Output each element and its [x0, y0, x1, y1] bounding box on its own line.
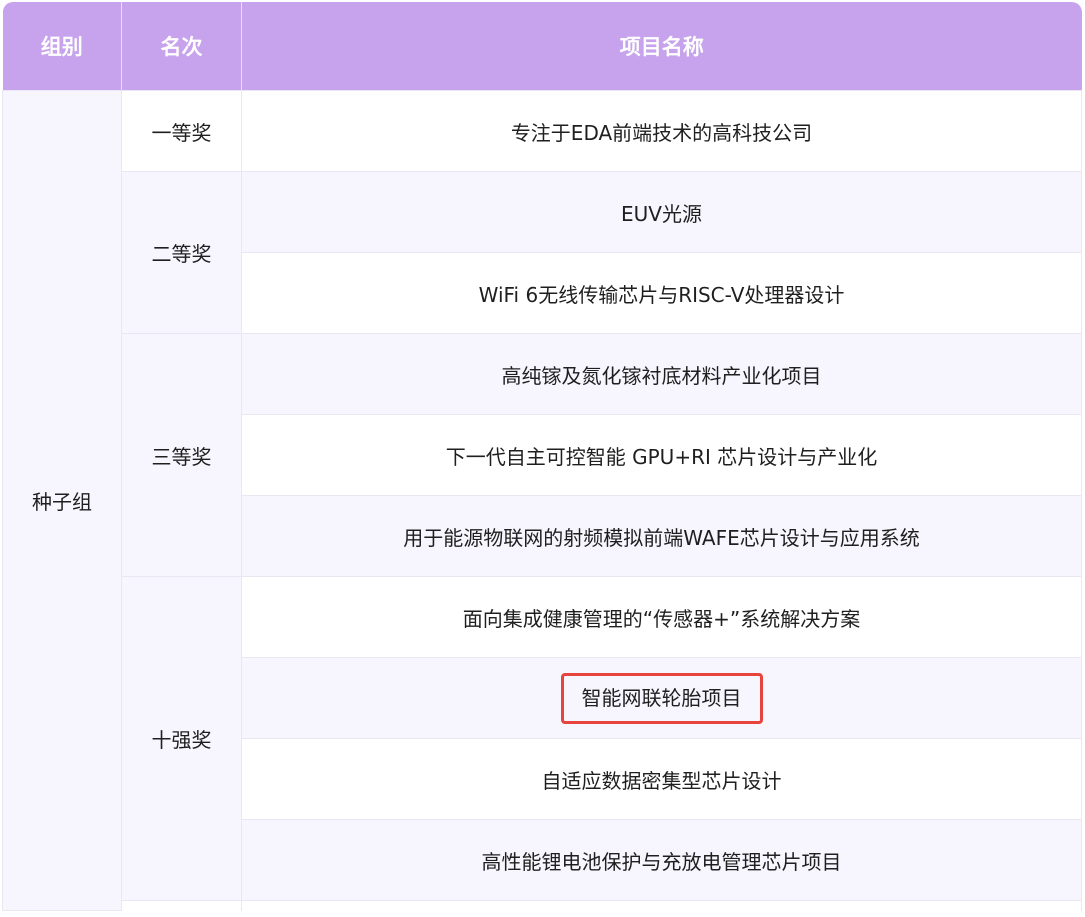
rank-cell-partial: [121, 900, 242, 911]
project-cell: 下一代自主可控智能 GPU+RI 芯片设计与产业化: [241, 414, 1082, 496]
rank-second: 二等奖: [121, 171, 242, 334]
award-table-frame: 组别 名次 项目名称 种子组 一等奖 专注于EDA前端技术的高科技公司 二等奖 …: [0, 0, 1085, 917]
project-cell: WiFi 6无线传输芯片与RISC-V处理器设计: [241, 252, 1082, 334]
project-cell-highlighted: 智能网联轮胎项目: [241, 657, 1082, 739]
header-row: 组别 名次 项目名称: [2, 2, 1082, 91]
project-cell: 高纯镓及氮化镓衬底材料产业化项目: [241, 333, 1082, 415]
table-row-partial: [3, 900, 1082, 911]
table-row: 十强奖 面向集成健康管理的“传感器+”系统解决方案: [3, 576, 1082, 901]
project-cell: 用于能源物联网的射频模拟前端WAFE芯片设计与应用系统: [241, 495, 1082, 577]
rank-top10: 十强奖: [121, 576, 242, 901]
table-row: 三等奖 高纯镓及氮化镓衬底材料产业化项目: [3, 333, 1082, 577]
rank-first: 一等奖: [121, 90, 242, 172]
header-rank: 名次: [121, 2, 242, 91]
group-cell: 种子组: [2, 90, 122, 911]
award-table: 组别 名次 项目名称 种子组 一等奖 专注于EDA前端技术的高科技公司 二等奖 …: [2, 2, 1082, 911]
project-cell: 面向集成健康管理的“传感器+”系统解决方案: [241, 576, 1082, 658]
table-row: 种子组 一等奖 专注于EDA前端技术的高科技公司: [2, 90, 1082, 911]
header-group: 组别: [2, 2, 122, 91]
project-cell: 专注于EDA前端技术的高科技公司: [241, 90, 1082, 172]
highlight-box: 智能网联轮胎项目: [560, 672, 763, 724]
table-row: 二等奖 EUV光源: [3, 171, 1082, 334]
project-cell: EUV光源: [241, 171, 1082, 253]
rank-third: 三等奖: [121, 333, 242, 577]
project-cell: 自适应数据密集型芯片设计: [241, 738, 1082, 820]
project-cell: 高性能锂电池保护与充放电管理芯片项目: [241, 819, 1082, 901]
header-project: 项目名称: [241, 2, 1082, 91]
project-cell-partial: [241, 900, 1082, 911]
